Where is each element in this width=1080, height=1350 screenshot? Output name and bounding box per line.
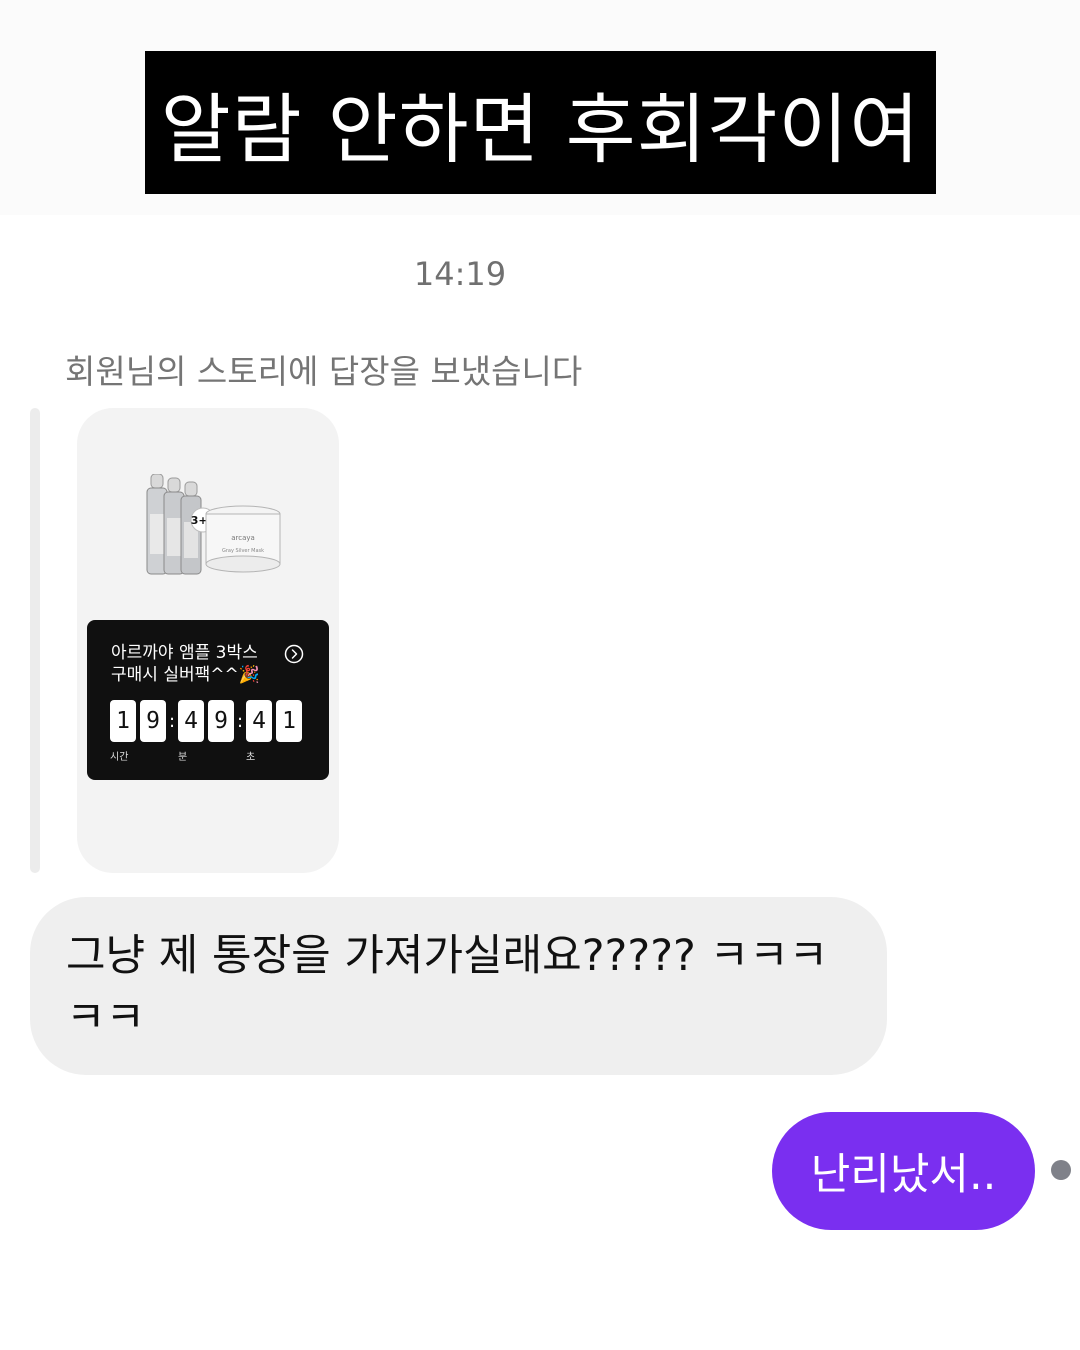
countdown-digits: 1 9 : 4 9 : 4 1 <box>110 700 306 742</box>
incoming-message-bubble[interactable]: 그냥 제 통장을 가져가실래요????? ㅋㅋㅋㅋㅋ <box>30 897 887 1075</box>
promo-title: 아르까야 앰플 3박스 구매시 실버팩^^🎉 <box>111 642 260 686</box>
countdown-digit: 9 <box>208 700 234 742</box>
countdown-separator: : <box>237 710 244 732</box>
countdown-unit-minutes: 분 <box>178 752 188 763</box>
promo-title-line1: 아르까야 앰플 3박스 <box>111 643 258 663</box>
mask-jar: arcaya Gray Silver Mask <box>205 505 281 573</box>
countdown-sticker[interactable]: 아르까야 앰플 3박스 구매시 실버팩^^🎉 1 9 : 4 9 : 4 1 시… <box>87 620 329 780</box>
story-reply-note: 회원님의 스토리에 답장을 보냈습니다 <box>65 352 583 391</box>
countdown-digit: 1 <box>276 700 302 742</box>
countdown-digit: 1 <box>110 700 136 742</box>
outgoing-message-bubble[interactable]: 난리났서.. <box>772 1112 1035 1230</box>
countdown-digit: 9 <box>140 700 166 742</box>
incoming-message-text: 그냥 제 통장을 가져가실래요????? ㅋㅋㅋㅋㅋ <box>66 931 829 1043</box>
jar-brand: arcaya <box>231 534 255 542</box>
promo-title-line2: 구매시 실버팩^^🎉 <box>111 665 260 685</box>
seen-avatar-indicator <box>1051 1160 1071 1180</box>
countdown-digit: 4 <box>178 700 204 742</box>
countdown-digit: 4 <box>246 700 272 742</box>
product-image: 3+1 arcaya Gray Silver Mask <box>146 474 281 575</box>
message-timestamp: 14:19 <box>413 255 507 293</box>
chevron-right-circle-icon[interactable] <box>284 644 304 664</box>
countdown-separator: : <box>169 710 176 732</box>
countdown-unit-seconds: 초 <box>246 752 256 763</box>
jar-label: Gray Silver Mask <box>222 548 264 554</box>
countdown-unit-hours: 시간 <box>110 752 129 763</box>
caption-overlay: 알람 안하면 후회각이여 <box>145 51 936 194</box>
story-preview-card[interactable]: 3+1 arcaya Gray Silver Mask 아르까야 앰플 3박스 … <box>77 408 339 873</box>
story-quote-bar <box>30 408 40 873</box>
